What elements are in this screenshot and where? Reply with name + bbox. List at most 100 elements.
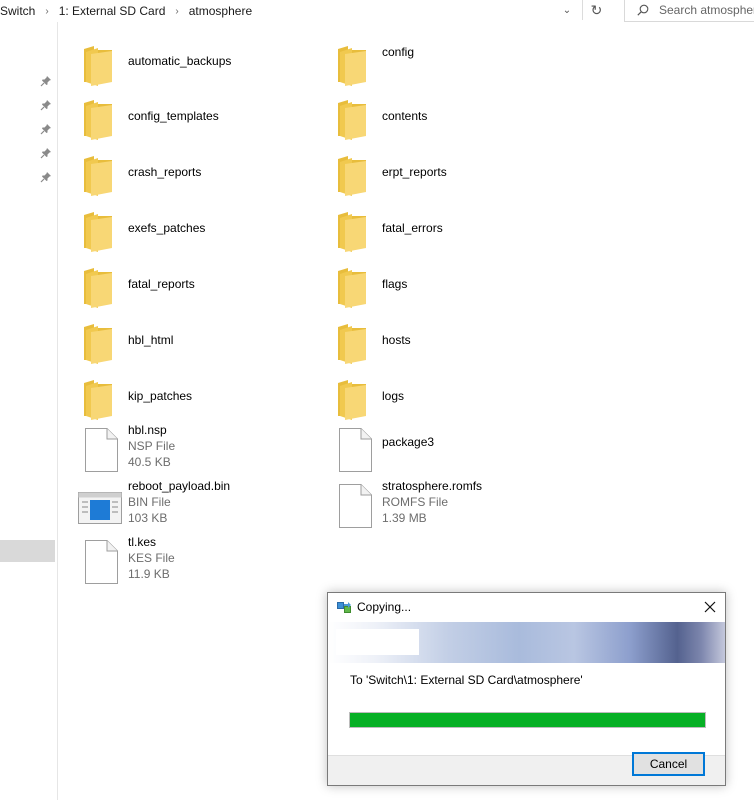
item-type: KES File (128, 551, 175, 565)
breadcrumb-separator-icon[interactable]: › (169, 6, 184, 17)
refresh-button[interactable]: ↻ (582, 0, 610, 20)
item-type: ROMFS File (382, 495, 448, 509)
item-text: hbl_html (128, 332, 173, 348)
breadcrumb-segment-atmosphere[interactable]: atmosphere (185, 4, 256, 18)
close-button[interactable] (699, 596, 721, 618)
item-text: logs (382, 388, 404, 404)
destination-text: To 'Switch\1: External SD Card\atmospher… (350, 673, 583, 687)
breadcrumb-segment-sd-card[interactable]: 1: External SD Card (55, 4, 170, 18)
file-item[interactable]: package3 (336, 428, 566, 478)
item-name: logs (382, 389, 405, 403)
item-name: erpt_reports (382, 165, 447, 179)
breadcrumb-separator-icon[interactable]: › (39, 6, 54, 17)
file-icon (82, 428, 118, 472)
search-input[interactable] (659, 2, 754, 17)
dialog-title-bar[interactable]: Copying... (328, 593, 725, 622)
item-name: tl.kes (128, 535, 157, 549)
item-text: kip_patches (128, 388, 192, 404)
item-name: reboot_payload.bin (128, 479, 231, 493)
item-text: contents (382, 108, 427, 124)
item-name: fatal_errors (382, 221, 443, 235)
folder-item[interactable]: crash_reports (82, 152, 312, 202)
item-name: automatic_backups (128, 54, 232, 68)
item-text: fatal_reports (128, 276, 195, 292)
folder-item[interactable]: config_templates (82, 96, 312, 146)
item-name: kip_patches (128, 389, 193, 403)
folder-icon (336, 42, 372, 86)
folder-item[interactable]: exefs_patches (82, 208, 312, 258)
folder-icon (82, 152, 118, 196)
copy-dialog[interactable]: Copying... To 'Switch\1: External SD Car… (327, 592, 726, 786)
folder-item[interactable]: erpt_reports (336, 152, 566, 202)
item-name: contents (382, 109, 428, 123)
chevron-down-icon: ⌄ (562, 4, 572, 16)
file-icon (82, 540, 118, 584)
file-item[interactable]: stratosphere.romfs ROMFS File 1.39 MB (336, 479, 566, 534)
copy-icon (337, 602, 351, 613)
folder-icon (82, 208, 118, 252)
folder-item[interactable]: contents (336, 96, 566, 146)
folder-item[interactable]: hbl_html (82, 320, 312, 370)
item-name: exefs_patches (128, 221, 206, 235)
folder-item[interactable]: config (336, 42, 566, 92)
item-name: config_templates (128, 109, 219, 123)
search-box[interactable] (624, 0, 754, 22)
folder-icon (336, 96, 372, 140)
folder-item[interactable]: fatal_errors (336, 208, 566, 258)
file-item[interactable]: tl.kes KES File 11.9 KB (82, 535, 312, 590)
item-type: NSP File (128, 439, 176, 453)
pin-icon (40, 172, 51, 183)
nav-item-selected[interactable] (0, 540, 55, 562)
folder-icon (82, 96, 118, 140)
file-item[interactable]: reboot_payload.bin BIN File 103 KB (78, 479, 312, 534)
item-text: flags (382, 276, 407, 292)
folder-icon (336, 152, 372, 196)
item-size: 1.39 MB (382, 511, 427, 525)
progress-bar-fill (350, 713, 705, 727)
item-name: config (382, 45, 415, 59)
progress-bar (349, 712, 706, 728)
folder-icon (336, 208, 372, 252)
folder-item[interactable]: flags (336, 264, 566, 314)
pin-icon (40, 148, 51, 159)
address-history-dropdown[interactable]: ⌄ (556, 0, 578, 20)
item-text: config (382, 44, 414, 60)
pin-icon (40, 124, 51, 135)
pin-icon (40, 100, 51, 111)
folder-icon (82, 376, 118, 420)
folder-item[interactable]: fatal_reports (82, 264, 312, 314)
item-name: stratosphere.romfs (382, 479, 483, 493)
file-icon (336, 484, 372, 528)
refresh-icon: ↻ (590, 1, 603, 18)
folder-icon (336, 376, 372, 420)
item-text: config_templates (128, 108, 219, 124)
dialog-body: To 'Switch\1: External SD Card\atmospher… (328, 663, 725, 755)
item-text: erpt_reports (382, 164, 447, 180)
folder-icon (82, 320, 118, 364)
item-size: 40.5 KB (128, 455, 171, 469)
folder-item[interactable]: kip_patches (82, 376, 312, 426)
breadcrumb-segment-switch[interactable]: Switch (0, 4, 39, 18)
navigation-pane[interactable] (0, 22, 58, 800)
top-bar: Switch › 1: External SD Card › atmospher… (0, 0, 754, 22)
folder-icon (336, 264, 372, 308)
item-size: 103 KB (128, 511, 168, 525)
file-item[interactable]: hbl.nsp NSP File 40.5 KB (82, 423, 312, 478)
item-text: hbl.nsp NSP File 40.5 KB (128, 422, 175, 470)
folder-icon (82, 264, 118, 308)
breadcrumb[interactable]: Switch › 1: External SD Card › atmospher… (0, 0, 608, 22)
folder-icon (82, 42, 118, 86)
folder-icon (336, 320, 372, 364)
folder-item[interactable]: logs (336, 376, 566, 426)
item-text: stratosphere.romfs ROMFS File 1.39 MB (382, 478, 482, 526)
cancel-button[interactable]: Cancel (632, 752, 705, 776)
search-icon (637, 4, 649, 16)
item-name: flags (382, 277, 408, 291)
item-name: hosts (382, 333, 411, 347)
item-name: package3 (382, 435, 435, 449)
folder-item[interactable]: automatic_backups (82, 42, 312, 92)
item-text: reboot_payload.bin BIN File 103 KB (128, 478, 230, 526)
item-text: hosts (382, 332, 411, 348)
item-text: crash_reports (128, 164, 201, 180)
folder-item[interactable]: hosts (336, 320, 566, 370)
